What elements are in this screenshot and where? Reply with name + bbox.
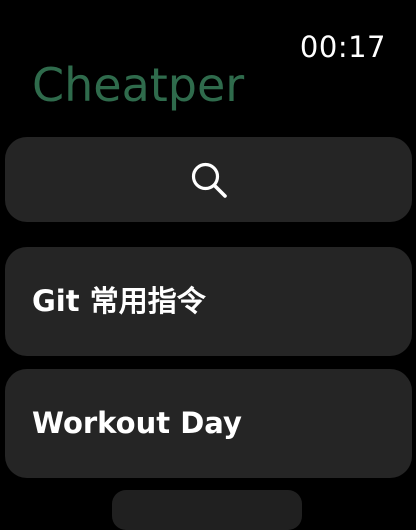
- app-title: Cheatper: [32, 58, 245, 112]
- search-icon: [191, 162, 227, 198]
- list-item-git-commands[interactable]: Git 常用指令: [5, 247, 412, 356]
- list-item-label: Workout Day: [32, 406, 242, 440]
- list-item-partial[interactable]: [112, 490, 302, 530]
- search-button[interactable]: [5, 137, 412, 222]
- status-time: 00:17: [299, 30, 386, 64]
- list-item-workout-day[interactable]: Workout Day: [5, 369, 412, 478]
- list-item-label: Git 常用指令: [32, 284, 206, 318]
